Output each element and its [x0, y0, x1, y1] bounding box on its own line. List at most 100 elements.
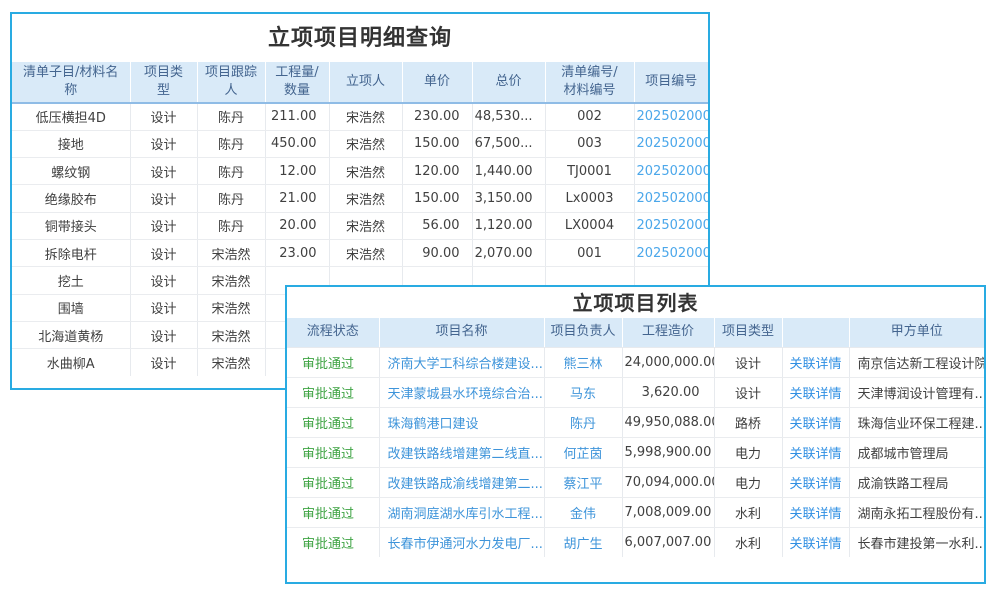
project-name-link[interactable]: 改建铁路成渝线增建第二... — [388, 477, 543, 492]
project-owner-link[interactable]: 金伟 — [570, 507, 596, 522]
cell-project-type: 路桥 — [714, 407, 782, 437]
relation-link[interactable]: 关联详情 — [789, 507, 841, 522]
table-row: 拆除电杆设计宋浩然23.00宋浩然90.002,070.000012025020… — [12, 239, 708, 266]
cell-tracker: 宋浩然 — [197, 267, 265, 294]
cell-project-cost: 70,094,000.00 — [622, 467, 714, 497]
project-no-link[interactable]: 2025020004 — [637, 136, 709, 151]
project-owner-link[interactable]: 何芷茵 — [563, 447, 602, 462]
cell-project-owner: 陈丹 — [544, 407, 622, 437]
cell-total-price: 3,150.00 — [472, 185, 545, 212]
column-header-project-no: 项目编号 — [634, 62, 708, 103]
project-no-link[interactable]: 2025020004 — [637, 109, 709, 124]
column-header-project-cost: 工程造价 — [622, 318, 714, 347]
cell-project-type: 设计 — [130, 158, 197, 185]
cell-flow-status: 审批通过 — [287, 497, 379, 527]
project-name-link[interactable]: 湖南洞庭湖水库引水工程... — [388, 507, 543, 522]
relation-link[interactable]: 关联详情 — [789, 447, 841, 462]
cell-unit-price: 120.00 — [402, 158, 472, 185]
cell-project-cost: 24,000,000.00 — [622, 347, 714, 377]
cell-project-type: 水利 — [714, 527, 782, 557]
cell-client-unit: 珠海信业环保工程建... — [849, 407, 984, 437]
status-badge: 审批通过 — [302, 417, 354, 432]
cell-client-unit: 长春市建投第一水利... — [849, 527, 984, 557]
cell-item-name: 螺纹钢 — [12, 158, 130, 185]
cell-tracker: 宋浩然 — [197, 349, 265, 376]
cell-project-type: 电力 — [714, 437, 782, 467]
cell-total-price: 1,120.00 — [472, 212, 545, 239]
project-owner-link[interactable]: 蔡江平 — [563, 477, 602, 492]
cell-tracker: 陈丹 — [197, 103, 265, 130]
project-no-link[interactable]: 2025020004 — [637, 164, 709, 179]
column-header-client-unit: 甲方单位 — [849, 318, 984, 347]
project-name-link[interactable]: 济南大学工科综合楼建设... — [388, 357, 543, 372]
column-header-project-type: 项目类型 — [714, 318, 782, 347]
cell-tracker: 宋浩然 — [197, 294, 265, 321]
table-row: 铜带接头设计陈丹20.00宋浩然56.001,120.00LX000420250… — [12, 212, 708, 239]
cell-unit-price: 150.00 — [402, 130, 472, 157]
cell-project-cost: 3,620.00 — [622, 377, 714, 407]
project-owner-link[interactable]: 胡广生 — [563, 537, 602, 552]
cell-unit-price: 230.00 — [402, 103, 472, 130]
cell-item-name: 水曲柳A — [12, 349, 130, 376]
cell-project-cost: 49,950,088.00 — [622, 407, 714, 437]
project-owner-link[interactable]: 马东 — [570, 387, 596, 402]
status-badge: 审批通过 — [302, 447, 354, 462]
project-owner-link[interactable]: 熊三林 — [563, 357, 602, 372]
relation-link[interactable]: 关联详情 — [789, 477, 841, 492]
cell-flow-status: 审批通过 — [287, 437, 379, 467]
column-header-project-name: 项目名称 — [379, 318, 544, 347]
cell-item-name: 低压横担4D — [12, 103, 130, 130]
detail-panel-title: 立项项目明细查询 — [12, 14, 708, 62]
cell-total-price: 48,530... — [472, 103, 545, 130]
cell-initiator: 宋浩然 — [329, 158, 402, 185]
cell-total-price: 2,070.00 — [472, 239, 545, 266]
cell-project-cost: 7,008,009.00 — [622, 497, 714, 527]
cell-list-no: LX0004 — [545, 212, 634, 239]
relation-link[interactable]: 关联详情 — [789, 537, 841, 552]
relation-link[interactable]: 关联详情 — [789, 357, 841, 372]
project-no-link[interactable]: 2025020004 — [637, 191, 709, 206]
status-badge: 审批通过 — [302, 477, 354, 492]
cell-project-owner: 蔡江平 — [544, 467, 622, 497]
cell-quantity: 12.00 — [265, 158, 329, 185]
cell-tracker: 陈丹 — [197, 212, 265, 239]
relation-link[interactable]: 关联详情 — [789, 417, 841, 432]
cell-client-unit: 天津博润设计管理有... — [849, 377, 984, 407]
cell-item-name: 接地 — [12, 130, 130, 157]
cell-flow-status: 审批通过 — [287, 377, 379, 407]
cell-project-name: 济南大学工科综合楼建设... — [379, 347, 544, 377]
relation-link[interactable]: 关联详情 — [789, 387, 841, 402]
project-name-link[interactable]: 改建铁路线增建第二线直... — [388, 447, 543, 462]
project-name-link[interactable]: 长春市伊通河水力发电厂... — [388, 537, 543, 552]
status-badge: 审批通过 — [302, 507, 354, 522]
cell-initiator: 宋浩然 — [329, 212, 402, 239]
status-badge: 审批通过 — [302, 537, 354, 552]
cell-project-type: 设计 — [130, 212, 197, 239]
cell-tracker: 宋浩然 — [197, 321, 265, 348]
table-row: 螺纹钢设计陈丹12.00宋浩然120.001,440.00TJ000120250… — [12, 158, 708, 185]
column-header-quantity: 工程量/ 数量 — [265, 62, 329, 103]
cell-item-name: 围墙 — [12, 294, 130, 321]
cell-tracker: 宋浩然 — [197, 239, 265, 266]
project-no-link[interactable]: 2025020004 — [637, 218, 709, 233]
cell-client-unit: 成都城市管理局 — [849, 437, 984, 467]
cell-relation: 关联详情 — [782, 347, 849, 377]
cell-tracker: 陈丹 — [197, 158, 265, 185]
project-no-link[interactable]: 2025020003 — [637, 246, 709, 261]
cell-project-no: 2025020004 — [634, 185, 708, 212]
project-owner-link[interactable]: 陈丹 — [570, 417, 596, 432]
cell-client-unit: 南京信达新工程设计院 — [849, 347, 984, 377]
cell-relation: 关联详情 — [782, 377, 849, 407]
table-row: 审批通过长春市伊通河水力发电厂...胡广生6,007,007.00水利关联详情长… — [287, 527, 984, 557]
cell-project-type: 设计 — [130, 103, 197, 130]
column-header-project-type: 项目类 型 — [130, 62, 197, 103]
project-name-link[interactable]: 珠海鹤港口建设 — [388, 417, 479, 432]
cell-project-type: 设计 — [714, 377, 782, 407]
project-list-table: 流程状态项目名称项目负责人工程造价项目类型甲方单位 审批通过济南大学工科综合楼建… — [287, 318, 984, 557]
cell-flow-status: 审批通过 — [287, 347, 379, 377]
project-name-link[interactable]: 天津蒙城县水环境综合治... — [388, 387, 543, 402]
cell-list-no: Lx0003 — [545, 185, 634, 212]
status-badge: 审批通过 — [302, 357, 354, 372]
cell-flow-status: 审批通过 — [287, 467, 379, 497]
cell-project-type: 设计 — [130, 321, 197, 348]
